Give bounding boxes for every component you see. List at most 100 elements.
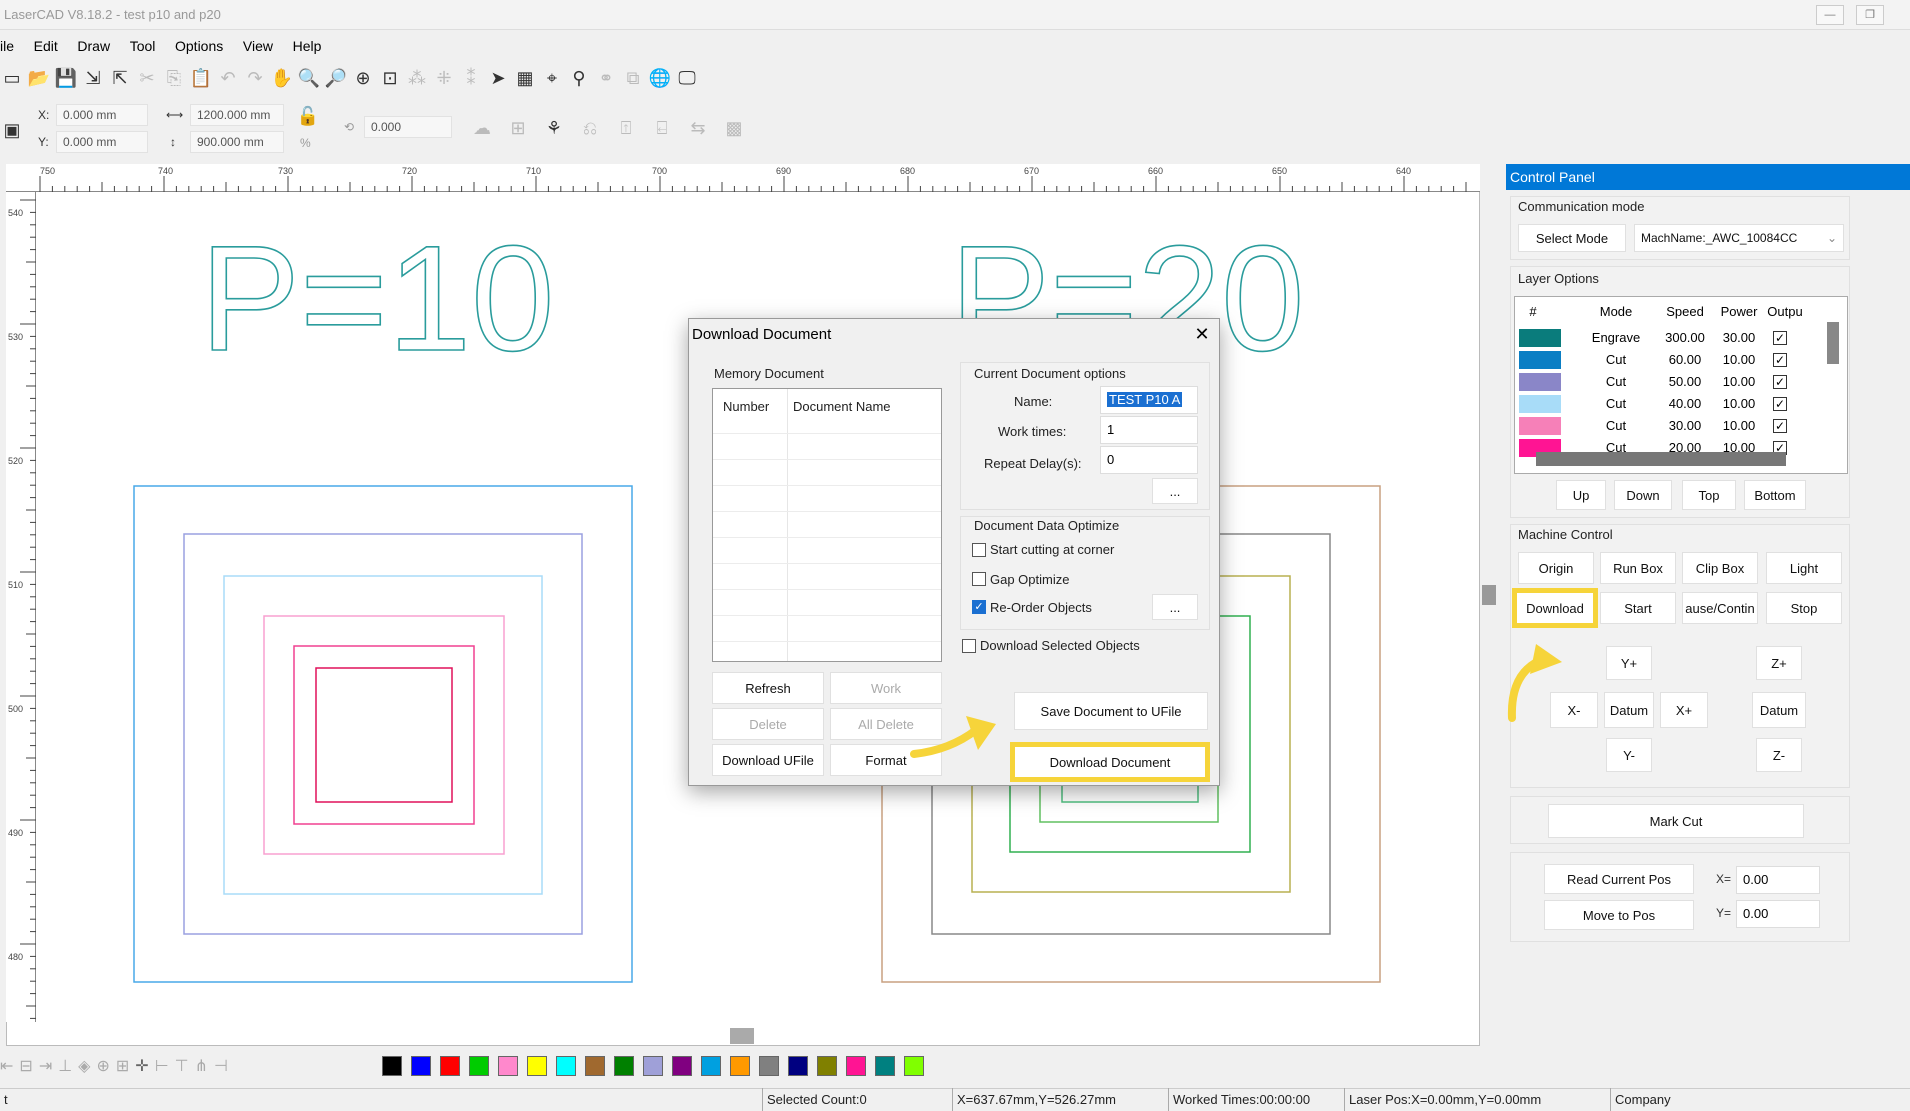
pointer-icon[interactable]: ➤ bbox=[486, 66, 510, 90]
download-selected-checkbox[interactable] bbox=[962, 639, 976, 653]
export-icon[interactable]: ⇱ bbox=[108, 66, 132, 90]
flip-icon[interactable]: ⇆ bbox=[686, 116, 710, 140]
align-center-v-icon[interactable]: ⊟ bbox=[19, 1056, 32, 1076]
mirror-icon[interactable]: ⎌ bbox=[578, 116, 602, 140]
align-right-icon[interactable]: ⇥ bbox=[39, 1056, 52, 1076]
menu-edit[interactable]: Edit bbox=[26, 34, 66, 58]
mark-cut-button[interactable]: Mark Cut bbox=[1548, 804, 1804, 838]
layer-output-checkbox[interactable]: ✓ bbox=[1773, 419, 1787, 433]
array-icon[interactable]: ▦ bbox=[513, 66, 537, 90]
palette-swatch[interactable] bbox=[701, 1056, 721, 1076]
menu-options[interactable]: Options bbox=[167, 34, 231, 58]
redo-icon[interactable]: ↷ bbox=[243, 66, 267, 90]
select-mode-button[interactable]: Select Mode bbox=[1518, 224, 1626, 252]
position-anchor-icon[interactable]: ▣ bbox=[0, 118, 24, 142]
palette-swatch[interactable] bbox=[614, 1056, 634, 1076]
x-position-field[interactable]: 0.000 mm bbox=[56, 104, 148, 126]
close-icon[interactable]: ✕ bbox=[1190, 322, 1214, 346]
options-more-button[interactable]: ... bbox=[1152, 478, 1198, 504]
jog-x-plus-button[interactable]: X+ bbox=[1660, 692, 1708, 728]
cut-icon[interactable]: ✂ bbox=[135, 66, 159, 90]
link-icon[interactable]: ⚭ bbox=[594, 66, 618, 90]
y-position-field[interactable]: 0.000 mm bbox=[56, 131, 148, 153]
machine-name-dropdown[interactable]: MachName:_AWC_10084CC ⌄ bbox=[1634, 224, 1844, 252]
horizontal-scrollbar-thumb[interactable] bbox=[730, 1028, 754, 1044]
download-button[interactable]: Download bbox=[1512, 588, 1598, 628]
start-button[interactable]: Start bbox=[1600, 592, 1676, 624]
spacing-icon[interactable]: ⊣ bbox=[214, 1056, 228, 1076]
palette-swatch[interactable] bbox=[788, 1056, 808, 1076]
new-file-icon[interactable]: ▭ bbox=[0, 66, 24, 90]
layer-color-swatch[interactable] bbox=[1519, 373, 1561, 391]
same-width-icon[interactable]: ⊢ bbox=[155, 1056, 169, 1076]
repeat-delay-input[interactable]: 0 bbox=[1100, 446, 1198, 474]
column-header[interactable]: Speed bbox=[1657, 301, 1713, 323]
work-times-input[interactable]: 1 bbox=[1100, 416, 1198, 444]
tree-icon[interactable]: ⚘ bbox=[542, 116, 566, 140]
download-ufile-button[interactable]: Download UFile bbox=[712, 744, 824, 776]
lock-icon[interactable]: 🔓 bbox=[296, 104, 320, 128]
column-header[interactable]: Power bbox=[1713, 301, 1765, 323]
height-field[interactable]: 900.000 mm bbox=[190, 131, 284, 153]
palette-swatch[interactable] bbox=[730, 1056, 750, 1076]
refresh-button[interactable]: Refresh bbox=[712, 672, 824, 704]
palette-swatch[interactable] bbox=[411, 1056, 431, 1076]
palette-swatch[interactable] bbox=[759, 1056, 779, 1076]
layer-row[interactable]: Engrave 300.00 30.00 ✓ bbox=[1515, 327, 1847, 349]
palette-swatch[interactable] bbox=[875, 1056, 895, 1076]
palette-swatch[interactable] bbox=[556, 1056, 576, 1076]
rotate-field[interactable]: 0.000 bbox=[364, 116, 452, 138]
save-document-ufile-button[interactable]: Save Document to UFile bbox=[1014, 692, 1208, 730]
layer-color-swatch[interactable] bbox=[1519, 417, 1561, 435]
align-bottom-icon[interactable]: ⊥ bbox=[58, 1056, 72, 1076]
menu-file[interactable]: ile bbox=[0, 34, 22, 58]
reorder-objects-checkbox[interactable]: ✓ bbox=[972, 600, 986, 614]
column-header[interactable]: Mode bbox=[1575, 301, 1657, 323]
layer-row[interactable]: Cut 30.00 10.00 ✓ bbox=[1515, 415, 1847, 437]
grid-icon[interactable]: ⊞ bbox=[506, 116, 530, 140]
layer-output-checkbox[interactable]: ✓ bbox=[1773, 353, 1787, 367]
column-header[interactable]: # bbox=[1523, 301, 1543, 323]
globe-icon[interactable]: 🌐 bbox=[648, 66, 672, 90]
layer-table-vscroll[interactable] bbox=[1827, 322, 1839, 364]
pause-continue-button[interactable]: ause/Contin bbox=[1682, 592, 1758, 624]
layer-color-swatch[interactable] bbox=[1519, 329, 1561, 347]
layer-row[interactable]: Cut 60.00 10.00 ✓ bbox=[1515, 349, 1847, 371]
light-button[interactable]: Light bbox=[1766, 552, 1842, 584]
pos-x-input[interactable]: 0.00 bbox=[1736, 866, 1820, 894]
align-left-icon[interactable]: ⍇ bbox=[650, 116, 674, 140]
layer-color-swatch[interactable] bbox=[1519, 351, 1561, 369]
node-split-icon[interactable]: ⁜ bbox=[432, 66, 456, 90]
column-header[interactable]: Outpu bbox=[1765, 301, 1805, 323]
palette-swatch[interactable] bbox=[585, 1056, 605, 1076]
stop-button[interactable]: Stop bbox=[1766, 592, 1842, 624]
palette-swatch[interactable] bbox=[440, 1056, 460, 1076]
jog-z-minus-button[interactable]: Z- bbox=[1756, 738, 1802, 772]
jog-z-plus-button[interactable]: Z+ bbox=[1756, 646, 1802, 680]
align-left-icon[interactable]: ⇤ bbox=[0, 1056, 13, 1076]
palette-swatch[interactable] bbox=[817, 1056, 837, 1076]
align-top-icon[interactable]: ⍐ bbox=[614, 116, 638, 140]
jog-y-plus-button[interactable]: Y+ bbox=[1606, 646, 1652, 680]
layer-output-checkbox[interactable]: ✓ bbox=[1773, 331, 1787, 345]
layer-bottom-button[interactable]: Bottom bbox=[1744, 480, 1806, 510]
layer-up-button[interactable]: Up bbox=[1556, 480, 1606, 510]
minimize-button[interactable]: — bbox=[1816, 5, 1844, 25]
work-button[interactable]: Work bbox=[830, 672, 942, 704]
palette-swatch[interactable] bbox=[904, 1056, 924, 1076]
menu-draw[interactable]: Draw bbox=[69, 34, 118, 58]
palette-swatch[interactable] bbox=[469, 1056, 489, 1076]
io-icon[interactable]: ⚲ bbox=[567, 66, 591, 90]
layer-output-checkbox[interactable]: ✓ bbox=[1773, 397, 1787, 411]
name-input[interactable]: TEST P10 A bbox=[1100, 386, 1198, 414]
move-to-pos-button[interactable]: Move to Pos bbox=[1544, 900, 1694, 930]
start-corner-checkbox[interactable] bbox=[972, 543, 986, 557]
jog-y-minus-button[interactable]: Y- bbox=[1606, 738, 1652, 772]
layer-row[interactable]: Cut 50.00 10.00 ✓ bbox=[1515, 371, 1847, 393]
save-icon[interactable]: 💾 bbox=[54, 66, 78, 90]
pan-hand-icon[interactable]: ✋ bbox=[270, 66, 294, 90]
clip-box-button[interactable]: Clip Box bbox=[1682, 552, 1758, 584]
layer-table[interactable]: # Mode Speed Power Outpu Engrave 300.00 30.00 ✓ C… bbox=[1514, 296, 1848, 474]
menu-view[interactable]: View bbox=[235, 34, 281, 58]
group-icon[interactable]: ⊞ bbox=[116, 1056, 129, 1076]
